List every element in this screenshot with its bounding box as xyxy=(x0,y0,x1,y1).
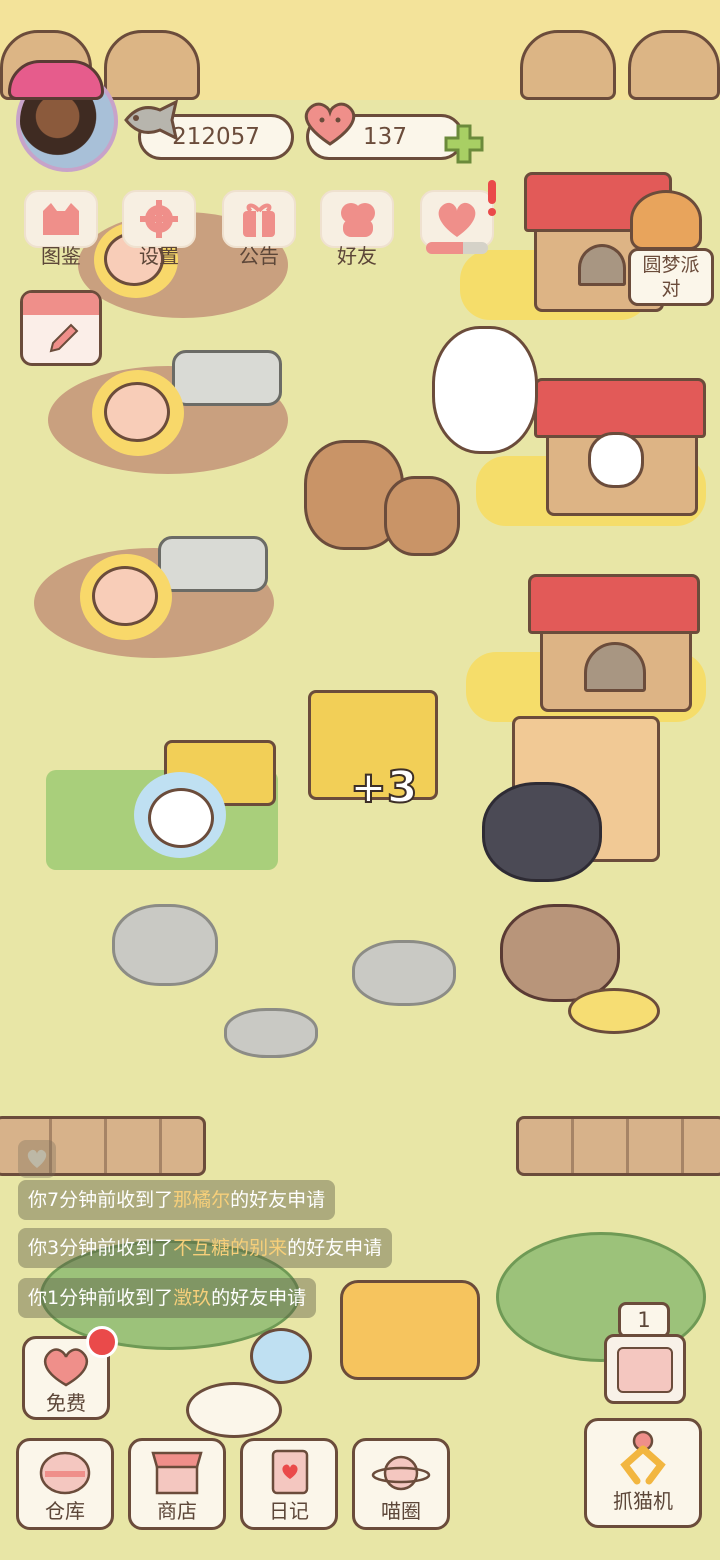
alert-exclamation-icon xyxy=(488,180,496,216)
menu-friends-button[interactable]: 好友 xyxy=(316,190,398,270)
menu-announcement-button[interactable]: 公告 xyxy=(218,190,300,270)
calendar-button[interactable] xyxy=(20,290,102,366)
rock xyxy=(224,1008,318,1058)
menu-label: 设置 xyxy=(139,244,179,268)
flower-planter xyxy=(340,1280,480,1380)
heart-face-icon xyxy=(44,1348,88,1387)
party-event-label: 圆梦派 xyxy=(642,254,700,276)
rock xyxy=(352,940,456,1006)
gift-icon xyxy=(243,203,275,237)
avatar-hat xyxy=(8,60,104,100)
party-event-button[interactable]: 圆梦派 对 xyxy=(628,248,714,306)
brown-puppy[interactable] xyxy=(500,904,620,1002)
heart-outline-icon xyxy=(27,1149,47,1168)
cat-book-icon xyxy=(43,203,79,235)
party-event-label-2: 对 xyxy=(661,278,681,300)
warehouse-button[interactable]: 仓库 xyxy=(16,1438,114,1530)
add-hearts-button[interactable] xyxy=(442,122,486,166)
notification-username[interactable]: 不互糖的别来 xyxy=(173,1237,287,1259)
burger-dog-icon[interactable] xyxy=(630,190,702,250)
barrel xyxy=(384,476,460,556)
feed-trough xyxy=(158,536,268,592)
menu-settings-button[interactable]: 设置 xyxy=(118,190,200,270)
claw-icon xyxy=(620,1430,666,1485)
chick[interactable] xyxy=(588,432,644,488)
shop-button[interactable]: 商店 xyxy=(128,1438,226,1530)
notification-username[interactable]: 澂玖 xyxy=(173,1287,211,1309)
notification-item[interactable]: 你7分钟前收到了那橘尔的好友申请 xyxy=(18,1180,336,1220)
claw-machine-icon[interactable] xyxy=(604,1334,686,1404)
feed-trough xyxy=(172,350,282,406)
shop-label: 商店 xyxy=(157,1499,197,1523)
cat-planet-icon xyxy=(371,1455,431,1491)
heart-gift-icon xyxy=(438,202,476,237)
black-dog[interactable] xyxy=(482,782,602,882)
balloon xyxy=(250,1328,312,1384)
fence-post xyxy=(520,30,616,100)
claw-machine-window xyxy=(617,1347,673,1393)
calendar-header xyxy=(23,293,99,315)
notification-item[interactable]: 你3分钟前收到了不互糖的别来的好友申请 xyxy=(18,1228,393,1268)
heart-icon xyxy=(304,102,356,146)
pencil-icon xyxy=(49,323,79,353)
pig[interactable] xyxy=(104,382,170,442)
menu-label: 图鉴 xyxy=(41,244,81,268)
water-bowl xyxy=(186,1382,282,1438)
menu-label: 公告 xyxy=(239,244,279,268)
warehouse-icon xyxy=(39,1451,91,1495)
rock xyxy=(112,904,218,986)
menu-label: 好友 xyxy=(337,244,377,268)
food-bowl xyxy=(568,988,660,1034)
pig[interactable] xyxy=(92,566,158,626)
notification-username[interactable]: 那橘尔 xyxy=(173,1189,230,1211)
cow[interactable] xyxy=(148,788,214,848)
notification-suffix: 的好友申请 xyxy=(211,1287,307,1309)
diary-button[interactable]: 日记 xyxy=(240,1438,338,1530)
menu-collection-button[interactable]: 图鉴 xyxy=(20,190,102,270)
notification-suffix: 的好友申请 xyxy=(230,1189,326,1211)
cat-circle-label: 喵圈 xyxy=(381,1499,421,1523)
heart-count: 137 xyxy=(363,124,407,150)
fish-count: 212057 xyxy=(172,124,260,150)
reward-popup: +3 xyxy=(349,761,418,814)
shop-icon xyxy=(151,1451,203,1495)
white-dog[interactable] xyxy=(432,326,538,454)
free-label: 免费 xyxy=(46,1391,86,1415)
dog-house-door xyxy=(578,244,626,286)
claw-ticket-count: 1 xyxy=(618,1302,670,1338)
notification-prefix: 你3分钟前收到了 xyxy=(28,1237,174,1259)
notification-suffix: 的好友申请 xyxy=(287,1237,383,1259)
friends-icon xyxy=(341,203,375,237)
dog-house-roof xyxy=(528,574,700,634)
diary-icon xyxy=(271,1449,309,1495)
fence-rail xyxy=(516,1116,720,1176)
fish-icon xyxy=(124,99,179,141)
notification-item[interactable]: 你1分钟前收到了澂玖的好友申请 xyxy=(18,1278,317,1318)
notification-prefix: 你1分钟前收到了 xyxy=(28,1287,174,1309)
diary-label: 日记 xyxy=(269,1499,309,1523)
heart-progress-bar xyxy=(426,242,488,254)
notification-prefix: 你7分钟前收到了 xyxy=(28,1189,174,1211)
claw-machine-label: 抓猫机 xyxy=(613,1489,673,1513)
fence-post xyxy=(628,30,720,100)
gear-icon xyxy=(140,200,178,238)
warehouse-label: 仓库 xyxy=(45,1499,85,1523)
cat-circle-button[interactable]: 喵圈 xyxy=(352,1438,450,1530)
claw-machine-button[interactable]: 抓猫机 xyxy=(584,1418,702,1528)
fence-post xyxy=(104,30,200,100)
dog-house-roof xyxy=(534,378,706,438)
notification-toggle[interactable] xyxy=(18,1140,56,1178)
free-notification-badge xyxy=(86,1326,118,1358)
